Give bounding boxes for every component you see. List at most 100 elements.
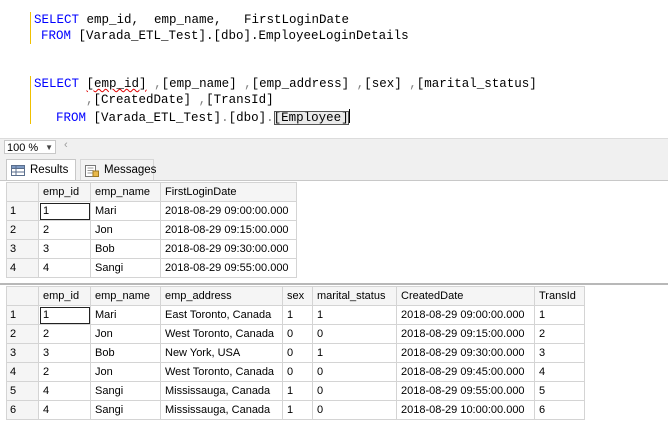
table-cell[interactable]: 2018-08-29 10:00:00.000 [396, 400, 535, 420]
table-cell[interactable]: 2018-08-29 09:30:00.000 [160, 239, 297, 259]
column-header[interactable]: CreatedDate [396, 286, 535, 306]
table-cell[interactable]: Sangi [90, 400, 161, 420]
table-cell[interactable]: Bob [90, 343, 161, 363]
code-line-2[interactable]: FROM [Varada_ETL_Test].[dbo].EmployeeLog… [41, 29, 409, 44]
keyword-select: SELECT [34, 13, 80, 27]
table-cell[interactable]: 1 [312, 343, 397, 363]
table-row[interactable]: 5 4 Sangi Mississauga, Canada 1 0 2018-0… [6, 381, 585, 401]
table-cell[interactable]: Bob [90, 239, 161, 259]
column-header[interactable]: TransId [534, 286, 585, 306]
table-cell[interactable]: 2 [38, 362, 91, 382]
table-cell[interactable]: 0 [282, 362, 313, 382]
table-cell[interactable]: 5 [534, 381, 585, 401]
scroll-left-icon[interactable]: ‹ [64, 139, 68, 151]
database-name: [Varada_ETL_Test] [93, 111, 222, 125]
table-cell[interactable]: 2018-08-29 09:45:00.000 [396, 362, 535, 382]
table-row[interactable]: 3 3 Bob New York, USA 0 1 2018-08-29 09:… [6, 343, 585, 363]
column-header[interactable]: emp_id [38, 286, 91, 306]
table-cell[interactable]: 6 [534, 400, 585, 420]
row-number[interactable]: 4 [6, 258, 39, 278]
table-row[interactable]: 1 1 Mari East Toronto, Canada 1 1 2018-0… [6, 305, 585, 325]
column-header[interactable]: FirstLoginDate [160, 182, 297, 202]
table-cell[interactable]: Jon [90, 220, 161, 240]
table-row[interactable]: 3 3 Bob 2018-08-29 09:30:00.000 [6, 239, 297, 259]
table-cell[interactable]: 3 [534, 343, 585, 363]
table-cell[interactable]: Mari [90, 305, 161, 325]
row-number[interactable]: 6 [6, 400, 39, 420]
table-row[interactable]: 2 2 Jon West Toronto, Canada 0 0 2018-08… [6, 324, 585, 344]
row-number[interactable]: 5 [6, 381, 39, 401]
table-cell[interactable]: 1 [282, 305, 313, 325]
table-cell[interactable]: 2 [38, 220, 91, 240]
row-number[interactable]: 3 [6, 239, 39, 259]
table-cell[interactable]: 1 [38, 305, 91, 325]
tab-messages[interactable]: Messages [80, 159, 156, 180]
table-cell[interactable]: 0 [282, 324, 313, 344]
table-cell[interactable]: Mari [90, 201, 161, 221]
table-row[interactable]: 1 1 Mari 2018-08-29 09:00:00.000 [6, 201, 297, 221]
column-header[interactable]: sex [282, 286, 313, 306]
code-line-1[interactable]: SELECT emp_id, emp_name, FirstLoginDate [34, 13, 349, 28]
table-cell[interactable]: 0 [282, 343, 313, 363]
table-cell[interactable]: 2018-08-29 09:55:00.000 [160, 258, 297, 278]
table-cell[interactable]: 1 [534, 305, 585, 325]
table-cell[interactable]: 3 [38, 239, 91, 259]
code-line-3[interactable]: SELECT [emp_id] ,[emp_name] ,[emp_addres… [34, 77, 537, 92]
table-cell[interactable]: 2018-08-29 09:55:00.000 [396, 381, 535, 401]
table-cell[interactable]: 2 [38, 324, 91, 344]
query-editor[interactable]: SELECT emp_id, emp_name, FirstLoginDate … [0, 0, 668, 138]
table-cell[interactable]: Sangi [90, 258, 161, 278]
column-header[interactable]: marital_status [312, 286, 397, 306]
table-cell[interactable]: 2018-08-29 09:30:00.000 [396, 343, 535, 363]
row-number-header[interactable] [6, 182, 39, 202]
table-cell[interactable]: 4 [38, 258, 91, 278]
row-number[interactable]: 1 [6, 201, 39, 221]
row-number[interactable]: 2 [6, 220, 39, 240]
code-line-4[interactable]: ,[CreatedDate] ,[TransId] [86, 93, 274, 108]
table-cell[interactable]: 3 [38, 343, 91, 363]
table-cell[interactable]: New York, USA [160, 343, 283, 363]
table-cell[interactable]: Jon [90, 362, 161, 382]
row-number[interactable]: 3 [6, 343, 39, 363]
table-cell[interactable]: 1 [38, 201, 91, 221]
column-header[interactable]: emp_address [160, 286, 283, 306]
table-cell[interactable]: 0 [312, 381, 397, 401]
table-cell[interactable]: 1 [282, 381, 313, 401]
table-cell[interactable]: Sangi [90, 381, 161, 401]
table-cell[interactable]: East Toronto, Canada [160, 305, 283, 325]
table-cell[interactable]: 2018-08-29 09:15:00.000 [160, 220, 297, 240]
row-number[interactable]: 4 [6, 362, 39, 382]
table-cell[interactable]: West Toronto, Canada [160, 324, 283, 344]
tab-results[interactable]: Results [6, 159, 76, 180]
column-header[interactable]: emp_id [38, 182, 91, 202]
table-cell[interactable]: 4 [38, 400, 91, 420]
table-cell[interactable]: 1 [312, 305, 397, 325]
table-row[interactable]: 2 2 Jon 2018-08-29 09:15:00.000 [6, 220, 297, 240]
table-cell[interactable]: 2 [534, 324, 585, 344]
table-cell[interactable]: 4 [534, 362, 585, 382]
table-cell[interactable]: Mississauga, Canada [160, 400, 283, 420]
table-name-highlighted: [Employee] [273, 111, 349, 125]
column-header[interactable]: emp_name [90, 182, 161, 202]
zoom-dropdown[interactable]: 100 % ▼ [4, 140, 56, 154]
table-cell[interactable]: 2018-08-29 09:15:00.000 [396, 324, 535, 344]
table-cell[interactable]: West Toronto, Canada [160, 362, 283, 382]
row-number-header[interactable] [6, 286, 39, 306]
table-cell[interactable]: 2018-08-29 09:00:00.000 [396, 305, 535, 325]
table-row[interactable]: 4 2 Jon West Toronto, Canada 0 0 2018-08… [6, 362, 585, 382]
table-cell[interactable]: 4 [38, 381, 91, 401]
row-number[interactable]: 2 [6, 324, 39, 344]
table-cell[interactable]: 1 [282, 400, 313, 420]
table-cell[interactable]: 0 [312, 400, 397, 420]
table-cell[interactable]: 2018-08-29 09:00:00.000 [160, 201, 297, 221]
table-cell[interactable]: 0 [312, 324, 397, 344]
table-cell[interactable]: Jon [90, 324, 161, 344]
table-row[interactable]: 6 4 Sangi Mississauga, Canada 1 0 2018-0… [6, 400, 585, 420]
row-number[interactable]: 1 [6, 305, 39, 325]
table-cell[interactable]: Mississauga, Canada [160, 381, 283, 401]
code-line-5[interactable]: FROM [Varada_ETL_Test].[dbo].[Employee] [56, 109, 350, 126]
table-cell[interactable]: 0 [312, 362, 397, 382]
column-header[interactable]: emp_name [90, 286, 161, 306]
outline-bar-2 [30, 76, 31, 124]
table-row[interactable]: 4 4 Sangi 2018-08-29 09:55:00.000 [6, 258, 297, 278]
